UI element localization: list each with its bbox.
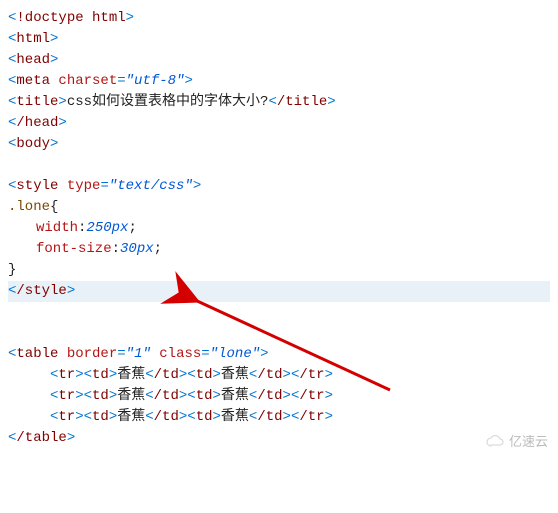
table-row-3: <tr><td>香蕉</td><td>香蕉</td></tr> bbox=[8, 407, 550, 428]
table-close: </table> bbox=[8, 428, 550, 449]
style-open: <style type="text/css"> bbox=[8, 176, 550, 197]
doctype-line: <!doctype html> bbox=[8, 8, 550, 29]
style-close: </style> bbox=[8, 281, 550, 302]
table-open: <table border="1" class="lone"> bbox=[8, 344, 550, 365]
watermark-text: 亿速云 bbox=[509, 432, 548, 452]
meta-line: <meta charset="utf-8"> bbox=[8, 71, 550, 92]
body-open: <body> bbox=[8, 134, 550, 155]
css-prop-fontsize: font-size:30px; bbox=[8, 239, 550, 260]
css-close-brace: } bbox=[8, 260, 550, 281]
code-block: <!doctype html> <html> <head> <meta char… bbox=[8, 8, 550, 449]
table-row-1: <tr><td>香蕉</td><td>香蕉</td></tr> bbox=[8, 365, 550, 386]
head-close: </head> bbox=[8, 113, 550, 134]
cloud-icon bbox=[485, 434, 505, 448]
html-open: <html> bbox=[8, 29, 550, 50]
watermark: 亿速云 bbox=[485, 432, 548, 452]
css-selector: .lone{ bbox=[8, 197, 550, 218]
css-prop-width: width:250px; bbox=[8, 218, 550, 239]
title-line: <title>css如何设置表格中的字体大小?</title> bbox=[8, 92, 550, 113]
head-open: <head> bbox=[8, 50, 550, 71]
table-row-2: <tr><td>香蕉</td><td>香蕉</td></tr> bbox=[8, 386, 550, 407]
